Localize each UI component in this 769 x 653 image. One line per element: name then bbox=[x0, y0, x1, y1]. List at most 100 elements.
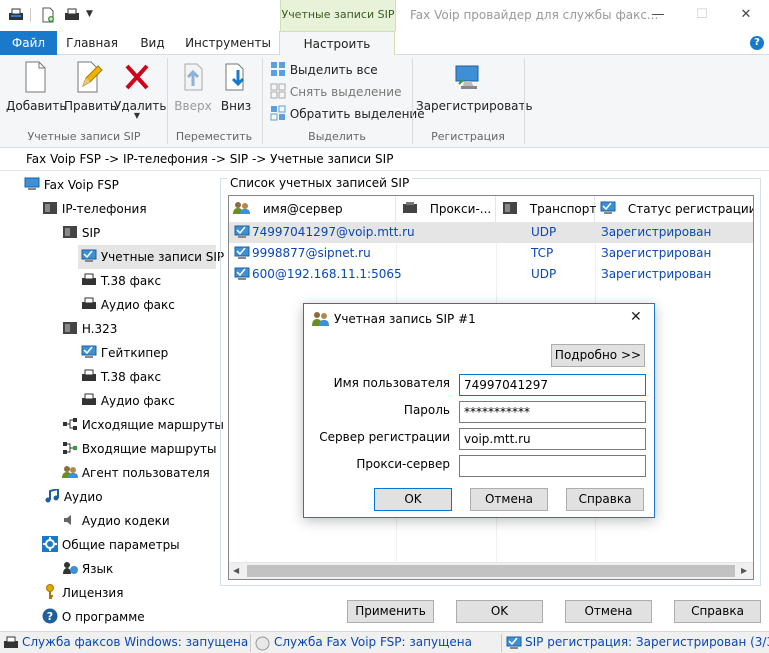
tree-item-ip-telephony[interactable]: IP-телефония bbox=[42, 197, 147, 221]
edit-button-label: Править bbox=[64, 99, 117, 113]
language-icon bbox=[63, 562, 78, 574]
registration-server-field[interactable]: voip.mtt.ru bbox=[459, 428, 646, 450]
ok-button[interactable]: OK bbox=[456, 600, 543, 623]
tree-item-language[interactable]: Язык bbox=[62, 557, 113, 581]
tree-label: Гейткипер bbox=[100, 346, 169, 360]
invert-selection-label: Обратить выделение bbox=[289, 107, 425, 121]
scrollbar-thumb[interactable] bbox=[247, 565, 735, 577]
username-field[interactable]: 74997041297 bbox=[459, 374, 646, 396]
help-button[interactable]: Справка bbox=[674, 600, 761, 623]
tree-item-general-settings[interactable]: Общие параметры bbox=[42, 533, 180, 557]
apply-button[interactable]: Применить bbox=[347, 600, 434, 623]
dialog-close-button[interactable]: ✕ bbox=[630, 309, 642, 325]
close-button[interactable]: ✕ bbox=[724, 0, 768, 31]
user-agent-icon bbox=[62, 466, 78, 478]
tree-item-sip-audio-fax[interactable]: Аудио факс bbox=[81, 293, 175, 317]
select-all-button[interactable]: Выделить все bbox=[270, 60, 378, 80]
select-all-label: Выделить все bbox=[289, 63, 378, 77]
tree-item-outgoing-routes[interactable]: Исходящие маршруты bbox=[62, 413, 224, 437]
cancel-button[interactable]: Отмена bbox=[565, 600, 652, 623]
table-row[interactable]: 74997041297@voip.mtt.ru UDP Зарегистриро… bbox=[229, 222, 753, 243]
tree-item-audio[interactable]: Аудио bbox=[44, 485, 103, 509]
add-button[interactable]: Добавить bbox=[6, 60, 66, 113]
password-field[interactable]: *********** bbox=[459, 401, 646, 423]
tree-label: Язык bbox=[81, 562, 114, 576]
tab-file[interactable]: Файл bbox=[0, 31, 57, 55]
tab-home[interactable]: Главная bbox=[62, 31, 122, 55]
cell-name: 74997041297@voip.mtt.ru bbox=[252, 225, 415, 239]
fax-app-icon bbox=[9, 8, 23, 20]
ribbon-separator bbox=[524, 58, 525, 144]
tree-item-h323[interactable]: H.323 bbox=[62, 317, 117, 341]
clear-selection-button[interactable]: Снять выделение bbox=[270, 82, 401, 102]
group-label-register: Регистрация bbox=[431, 130, 505, 143]
column-header-label: Статус регистрации bbox=[627, 202, 754, 216]
tree-item-fax-voip-fsp[interactable]: Fax Voip FSP bbox=[24, 173, 119, 197]
new-document-icon bbox=[25, 61, 46, 93]
table-row[interactable]: 9998877@sipnet.ru TCP Зарегистрирован bbox=[229, 243, 753, 264]
tree-item-gatekeeper[interactable]: Гейткипер bbox=[81, 341, 168, 365]
sip-registration-status: SIP регистрация: Зарегистрирован (3/3) bbox=[525, 635, 769, 649]
sip-account-dialog: Учетная запись SIP #1 ✕ Подробно >> Имя … bbox=[303, 303, 655, 518]
tree-item-audio-codecs[interactable]: Аудио кодеки bbox=[62, 509, 170, 533]
horizontal-scrollbar[interactable]: ◀ ▶ bbox=[229, 562, 753, 579]
ribbon-separator bbox=[262, 58, 263, 144]
maximize-button[interactable]: ☐ bbox=[680, 0, 724, 31]
tree-item-h323-audio-fax[interactable]: Аудио факс bbox=[81, 389, 175, 413]
tab-tools[interactable]: Инструменты bbox=[183, 31, 273, 55]
cell-transport: UDP bbox=[531, 267, 557, 281]
help-icon[interactable]: ? bbox=[750, 36, 764, 50]
username-label: Имя пользователя bbox=[333, 376, 450, 390]
edit-button[interactable]: Править bbox=[64, 60, 117, 113]
tree-label: T.38 факс bbox=[100, 370, 162, 384]
tree-label: Аудио bbox=[63, 490, 103, 504]
tab-view[interactable]: Вид bbox=[130, 31, 175, 55]
tree-label: Агент пользователя bbox=[81, 466, 210, 480]
fsp-service-icon bbox=[255, 636, 270, 651]
tree-item-h323-t38-fax[interactable]: T.38 факс bbox=[81, 365, 161, 389]
column-header-name[interactable]: имя@сервер bbox=[229, 196, 396, 222]
proxy-icon bbox=[403, 202, 417, 213]
move-up-button[interactable]: Вверх bbox=[172, 60, 214, 113]
dialog-help-button[interactable]: Справка bbox=[566, 488, 644, 511]
edit-pencil-icon bbox=[77, 61, 103, 93]
tree-item-license[interactable]: Лицензия bbox=[42, 581, 123, 605]
tree-label: H.323 bbox=[81, 322, 118, 336]
group-label-move: Переместить bbox=[175, 130, 253, 143]
fax-status-icon bbox=[4, 636, 18, 648]
move-down-button[interactable]: Вниз bbox=[216, 60, 256, 113]
new-document-icon[interactable] bbox=[40, 7, 56, 23]
register-button[interactable]: Зарегистрировать bbox=[416, 60, 533, 113]
column-header-status[interactable]: Статус регистрации bbox=[595, 196, 753, 222]
qa-dropdown-chevron-icon[interactable]: ▼ bbox=[86, 9, 93, 19]
minimize-button[interactable]: — bbox=[636, 0, 680, 31]
sip-accounts-icon bbox=[600, 201, 616, 214]
tab-setup[interactable]: Настроить bbox=[279, 31, 395, 56]
tree-item-user-agent[interactable]: Агент пользователя bbox=[62, 461, 210, 485]
invert-selection-button[interactable]: Обратить выделение bbox=[270, 104, 425, 124]
fax-send-icon[interactable] bbox=[64, 7, 80, 23]
sip-accounts-icon bbox=[81, 249, 97, 262]
tree-label: Общие параметры bbox=[61, 538, 180, 552]
qa-divider bbox=[30, 8, 31, 22]
tree-item-sip-t38-fax[interactable]: T.38 факс bbox=[81, 269, 161, 293]
fax-icon bbox=[82, 297, 96, 309]
dialog-cancel-button[interactable]: Отмена bbox=[470, 488, 548, 511]
dialog-ok-button[interactable]: OK bbox=[374, 488, 452, 511]
more-details-button[interactable]: Подробно >> bbox=[551, 344, 645, 367]
tree-item-incoming-routes[interactable]: Входящие маршруты bbox=[62, 437, 217, 461]
tree-item-sip[interactable]: SIP bbox=[62, 221, 100, 245]
table-row[interactable]: 600@192.168.11.1:5065 UDP Зарегистрирова… bbox=[229, 264, 753, 285]
register-computer-icon bbox=[455, 65, 479, 89]
scroll-right-icon[interactable]: ▶ bbox=[741, 566, 747, 575]
tree-label: Входящие маршруты bbox=[81, 442, 217, 456]
tree-label: Учетные записи SIP bbox=[100, 250, 225, 264]
tree-label: Исходящие маршруты bbox=[81, 418, 224, 432]
delete-button[interactable]: Удалить ▼ bbox=[114, 60, 167, 120]
scroll-left-icon[interactable]: ◀ bbox=[233, 566, 239, 575]
tree-item-sip-accounts[interactable]: Учетные записи SIP bbox=[78, 245, 224, 269]
column-header-proxy[interactable]: Прокси-... bbox=[396, 196, 496, 222]
tree-item-about[interactable]: ? О программе bbox=[42, 605, 145, 629]
proxy-server-field[interactable] bbox=[459, 455, 646, 477]
column-header-transport[interactable]: Транспорт bbox=[496, 196, 596, 222]
